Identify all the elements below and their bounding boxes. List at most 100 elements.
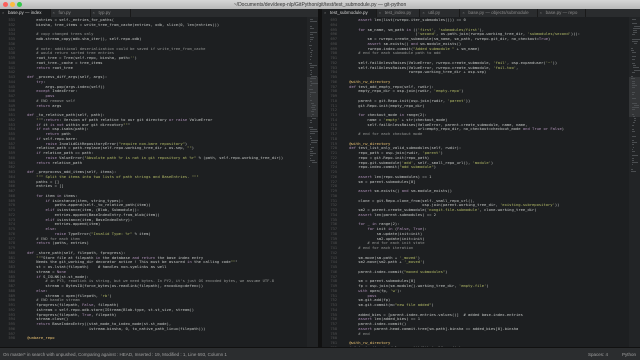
- minimap-line: [632, 140, 635, 141]
- editor-tab[interactable]: × typ.py: [91, 9, 131, 17]
- line-number: 563: [8, 170, 16, 174]
- close-tab-icon[interactable]: ×: [324, 9, 326, 17]
- minimap-line: [634, 118, 636, 119]
- line-number: 581: [8, 255, 16, 260]
- code-line[interactable]: return args: [18, 103, 61, 108]
- right-editor-pane[interactable]: 693 694 695 696 697 698 699 700 701 702 703 704 705 7…: [322, 17, 640, 347]
- code-line[interactable]: istream.binsha, 0, to_native_path_linux(…: [18, 326, 206, 331]
- close-tab-icon[interactable]: ×: [53, 9, 55, 17]
- minimap-line: [632, 102, 637, 104]
- line-number: 759: [330, 331, 338, 336]
- line-number: 535: [8, 37, 16, 41]
- code-line[interactable]: repo.index.commit("add submodule"): [340, 165, 436, 169]
- code-line[interactable]: mdb.stream_copy(mdb.sha_iter(), self.rep…: [18, 37, 141, 41]
- code-line[interactable]: # end for each iteration: [340, 246, 413, 250]
- code-line[interactable]: sm2.move(sm2.path + '_moved'): [340, 260, 424, 264]
- minimap-line: [310, 41, 312, 42]
- editor-tab[interactable]: × fun.py: [51, 9, 91, 17]
- line-number: 577: [8, 236, 16, 241]
- code-area[interactable]: assert len(list(rwrepo.iter_submodules()…: [340, 17, 628, 348]
- line-number: 556: [8, 136, 16, 141]
- minimap-line: [633, 32, 638, 34]
- line-number: 753: [330, 303, 338, 307]
- code-line[interactable]: sm = parent.submodules[0]: [340, 179, 415, 184]
- code-line[interactable]: # end for each submodule path to add: [340, 51, 440, 55]
- left-editor-pane[interactable]: 531 532 533 534 535 536 537 538 539 540 541 542 543 5…: [0, 17, 318, 347]
- close-tab-icon[interactable]: ×: [422, 9, 424, 17]
- line-number: 559: [8, 151, 16, 155]
- line-number: 713: [330, 113, 338, 117]
- minimap-line: [632, 91, 635, 93]
- code-line[interactable]: binsha, tree_items = write_tree_from_cac…: [18, 22, 219, 27]
- minimap-line: [632, 38, 640, 40]
- close-tab-icon[interactable]: ×: [379, 9, 381, 17]
- code-area[interactable]: entries = self._entries_for_paths( binsh…: [18, 17, 306, 347]
- code-line[interactable]: rwrepo.working_tree_dir + osp.sep): [340, 70, 487, 74]
- editor-tab[interactable]: × util.py: [420, 9, 461, 17]
- line-number: 747: [330, 274, 338, 279]
- close-tab-icon[interactable]: ×: [540, 9, 542, 17]
- line-number: 558: [8, 146, 16, 151]
- editor-tab[interactable]: × base.py — index: [0, 9, 51, 17]
- minimap-line: [632, 142, 638, 144]
- minimap-line: [632, 155, 639, 157]
- line-number: 537: [8, 46, 16, 51]
- minimap[interactable]: [629, 17, 640, 347]
- minimap-line: [632, 71, 635, 73]
- line-number: 709: [330, 94, 338, 98]
- minimap-line: [310, 67, 314, 69]
- minimap-line: [634, 69, 640, 71]
- minimap-line: [632, 113, 634, 115]
- line-number: 761: [330, 341, 338, 345]
- line-number: 743: [330, 255, 338, 260]
- minimap[interactable]: [307, 17, 318, 347]
- close-window-icon[interactable]: [3, 2, 8, 7]
- editor-tab[interactable]: × test_index.py: [377, 9, 421, 17]
- close-tab-icon[interactable]: ×: [93, 9, 95, 17]
- minimap-line: [631, 76, 633, 78]
- code-line[interactable]: empty_repo_dir = osp.join(rwdir, 'empty-…: [340, 89, 463, 93]
- code-line[interactable]: return relative_path: [18, 160, 82, 165]
- line-number: 707: [330, 84, 338, 89]
- line-number: 700: [330, 51, 338, 56]
- minimap-line: [632, 144, 634, 146]
- line-number: 708: [330, 89, 338, 94]
- line-number: 586: [8, 279, 16, 284]
- syntax-selector[interactable]: Python: [622, 352, 636, 357]
- minimap-line: [632, 41, 639, 42]
- minimap-line: [632, 148, 634, 150]
- tab-label: util.py: [428, 10, 441, 15]
- minimap-line: [633, 122, 636, 124]
- line-number: 694: [330, 22, 338, 27]
- line-number: 571: [8, 208, 16, 212]
- maximize-window-icon[interactable]: [17, 2, 22, 7]
- indentation-setting[interactable]: Spaces: 4: [588, 352, 608, 357]
- code-line[interactable]: git.Repo.init(empty_repo_dir): [340, 103, 424, 108]
- minimap-line: [631, 49, 635, 51]
- close-tab-icon[interactable]: ×: [462, 9, 464, 17]
- code-line[interactable]: parent.index.commit("moved submodules"): [340, 269, 447, 274]
- code-line[interactable]: return (paths, entries): [18, 241, 89, 245]
- editor-tab[interactable]: × base.py — objects/submodule: [460, 9, 538, 17]
- code-line[interactable]: entries = []: [18, 184, 63, 188]
- line-number: 536: [8, 41, 16, 46]
- minimap-line: [631, 168, 633, 170]
- minimap-line: [632, 124, 635, 126]
- code-line[interactable]: sm.git.commit(m="new file added"): [340, 303, 433, 307]
- close-tab-icon[interactable]: ×: [2, 9, 4, 17]
- editor-tab[interactable]: × test_submodule.py: [322, 9, 377, 17]
- minimize-window-icon[interactable]: [10, 2, 15, 7]
- code-line[interactable]: assert len(list(rwrepo.iter_submodules()…: [340, 18, 465, 22]
- line-number: 696: [330, 32, 338, 37]
- code-line[interactable]: assert sm.exists() and sm.module_exists(…: [340, 189, 452, 193]
- code-line[interactable]: # end for each checkout mode: [340, 132, 422, 136]
- code-line[interactable]: @unbare_repo: [18, 336, 54, 340]
- code-line[interactable]: assert len(parent.submodules) == 2: [340, 212, 436, 217]
- editor-tab[interactable]: × base.py — repo: [538, 9, 587, 17]
- code-line[interactable]: # end: [340, 331, 369, 336]
- line-number: 550: [8, 108, 16, 113]
- tab-label: base.py — objects/submodule: [468, 10, 529, 15]
- code-line[interactable]: return root_tree: [18, 65, 73, 70]
- minimap-line: [632, 135, 636, 137]
- minimap-line: [632, 157, 635, 159]
